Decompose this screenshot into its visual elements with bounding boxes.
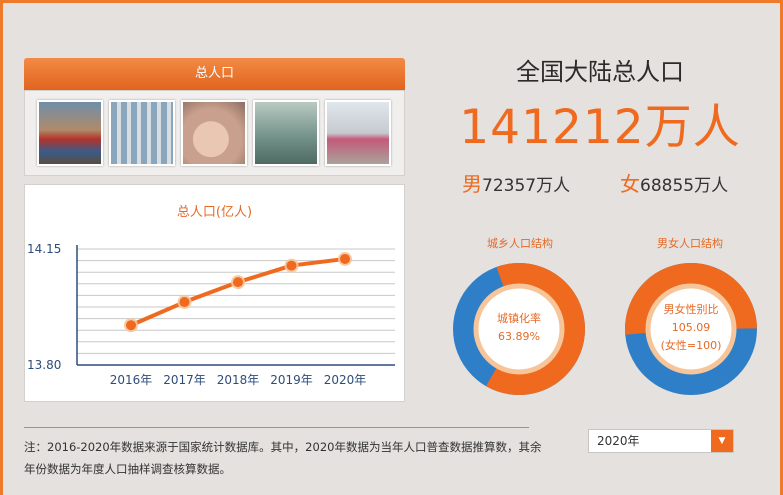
data-point [126,320,136,331]
urban-rural-title: 城乡人口结构 [487,237,553,250]
x-tick-label: 2016年 [110,373,153,387]
data-point [179,297,190,308]
x-tick-label: 2018年 [217,373,260,387]
population-line-chart: 14.15 13.80 2016年 2017年 2018年 2019年 2020年 [27,242,395,387]
section-banner: 总人口 [24,58,405,90]
male-label: 男 [462,172,482,196]
data-point [340,253,350,264]
y-tick-label: 14.15 [27,242,61,256]
urbanization-rate: 63.89% [498,330,540,343]
year-select[interactable]: 2020年 ▼ [588,429,734,453]
female-label: 女 [620,172,640,196]
x-tick-label: 2020年 [324,373,367,387]
x-tick-label: 2017年 [163,373,206,387]
y-tick-label: 13.80 [27,358,61,372]
data-source-note: 注：2016-2020年数据来源于国家统计数据库。其中，2020年数据为当年人口… [24,440,542,476]
chevron-down-icon[interactable]: ▼ [711,430,733,452]
gender-structure-title: 男女人口结构 [657,237,723,250]
footer-divider [24,427,529,428]
female-population: 女68855万人 [620,168,728,197]
male-population: 男72357万人 [462,168,570,197]
photo-factory-workers[interactable] [109,100,175,166]
photo-tiananmen-crowd[interactable] [37,100,103,166]
population-chart-panel: 总人口(亿人) 14.15 13.80 2016年 2017年 2018年 2019年 20… [24,184,405,402]
gender-ratio-note: (女性=100) [660,339,722,352]
x-tick-label: 2019年 [270,373,313,387]
series-line [129,256,347,328]
gender-ratio-label: 男女性别比 [663,303,719,316]
photo-strip [24,90,405,176]
photo-newborn-baby[interactable] [181,100,247,166]
photo-children-running[interactable] [325,100,391,166]
gender-ratio-text: 男女性别比 105.09 (女性=100) [641,301,741,355]
female-value: 68855万人 [640,176,729,196]
data-point [233,277,243,288]
photo-hospital-delivery[interactable] [253,100,319,166]
male-value: 72357万人 [482,176,571,196]
total-population: 141212万人 [459,100,741,155]
data-point [286,260,297,271]
urbanization-label: 城镇化率 [497,312,541,325]
year-select-value: 2020年 [597,434,640,448]
headline: 全国大陆总人口 [516,58,684,86]
gender-ratio-value: 105.09 [671,321,711,334]
urbanization-text: 城镇化率 63.89% [469,310,569,346]
